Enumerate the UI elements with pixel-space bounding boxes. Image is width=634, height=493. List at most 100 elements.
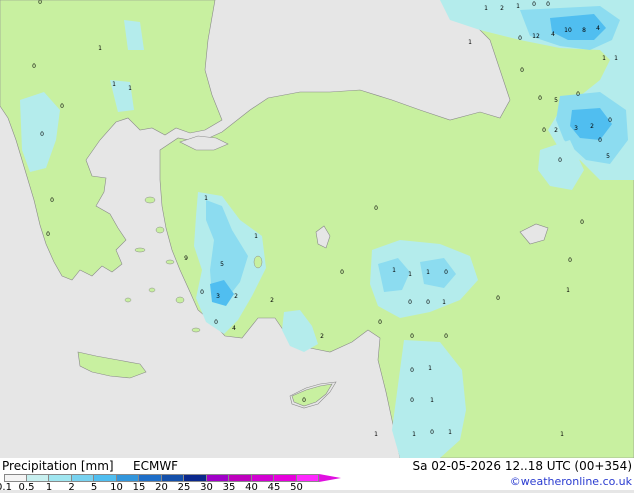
forecast-datetime: Sa 02-05-2026 12..18 UTC (00+354) — [412, 459, 632, 473]
map-footer: Precipitation [mm] ECMWF Sa 02-05-2026 1… — [0, 458, 634, 493]
precip-value-label: 0 — [496, 295, 500, 302]
precip-value-label: 0 — [200, 289, 204, 296]
precip-value-label: 1 — [392, 267, 396, 274]
legend-swatch — [296, 474, 319, 482]
precip-value-label: 5 — [220, 261, 224, 268]
precip-value-label: 2 — [234, 293, 238, 300]
legend-swatch — [161, 474, 184, 482]
precip-value-label: 0 — [532, 1, 536, 8]
precip-value-label: 0 — [568, 257, 572, 264]
precip-value-label: 1 — [560, 431, 564, 438]
legend-tick-label: 0.5 — [18, 482, 35, 493]
legend-swatch — [49, 474, 72, 482]
precip-value-label: 0 — [444, 269, 448, 276]
precip-value-label: 0 — [38, 0, 42, 6]
forecast-panel: 0 1 2 1 0 0 12 4 10 8 4 1 0 1 1 0 1 1 1 0 0 0 0 0 2 3 2 0 5 0 0 1 0 0 1 9 5 1… — [0, 0, 634, 493]
legend-swatch — [206, 474, 229, 482]
precip-value-label: 0 — [598, 137, 602, 144]
legend-tick-label: 15 — [132, 482, 146, 493]
precip-value-label: 0 — [608, 117, 612, 124]
precip-value-label: 0 — [410, 397, 414, 404]
precip-value-label: 0 — [558, 157, 562, 164]
precip-value-label: 0 — [340, 269, 344, 276]
precip-value-label: 0 — [518, 35, 522, 42]
precip-value-label: 12 — [532, 33, 540, 40]
precip-value-label: 0 — [520, 67, 524, 74]
precip-value-label: 1 — [448, 429, 452, 436]
precip-value-label: 5 — [606, 153, 610, 160]
precipitation-map: 01 2 1 0 012 410 8 4101 10111000002 3 20500100 1951… — [0, 0, 634, 458]
precip-value-label: 0 — [546, 1, 550, 8]
precip-value-label: 0 — [542, 127, 546, 134]
precip-value-label: 4 — [232, 325, 236, 332]
precip-value-label: 10 — [564, 27, 572, 34]
precip-value-label: 1 — [254, 233, 258, 240]
legend-swatch — [274, 474, 297, 482]
legend-tick-label: 40 — [245, 482, 258, 493]
precip-value-label: 1 — [566, 287, 570, 294]
precip-value-label: 2 — [500, 5, 504, 12]
legend-arrow — [319, 474, 341, 482]
legend-swatch — [4, 474, 27, 482]
legend-tick-label: 0.1 — [0, 482, 12, 493]
precip-value-label: 1 — [614, 55, 618, 62]
precip-value-label: 5 — [554, 97, 558, 104]
credit-link[interactable]: ©weatheronline.co.uk — [510, 475, 632, 488]
legend-tick-label: 45 — [267, 482, 281, 493]
legend-tick-label: 1 — [45, 482, 53, 493]
legend-swatch — [229, 474, 252, 482]
precip-value-label: 0 — [538, 95, 542, 102]
precip-value-label: 0 — [32, 63, 36, 70]
legend-swatch — [26, 474, 49, 482]
precip-value-label: 0 — [378, 319, 382, 326]
precip-value-label: 1 — [98, 45, 102, 52]
precip-value-label: 0 — [444, 333, 448, 340]
precip-value-label: 0 — [580, 219, 584, 226]
precip-value-label: 4 — [596, 25, 600, 32]
precip-value-label: 1 — [408, 271, 412, 278]
precip-value-label: 1 — [468, 39, 472, 46]
precip-value-label: 4 — [551, 31, 555, 38]
precip-value-label: 0 — [46, 231, 50, 238]
precip-value-label: 0 — [50, 197, 54, 204]
precip-value-label: 0 — [426, 299, 430, 306]
color-legend — [4, 474, 341, 482]
precip-value-label: 1 — [484, 5, 488, 12]
precip-value-label: 0 — [576, 91, 580, 98]
legend-swatch — [116, 474, 139, 482]
legend-tick-label: 5 — [90, 482, 98, 493]
precip-value-label: 1 — [602, 55, 606, 62]
legend-swatch — [251, 474, 274, 482]
precip-value-label: 1 — [374, 431, 378, 438]
legend-tick-label: 20 — [155, 482, 168, 493]
precip-value-label: 0 — [430, 429, 434, 436]
precip-value-label: 1 — [412, 431, 416, 438]
precip-value-label: 1 — [430, 397, 434, 404]
precip-value-label: 1 — [128, 85, 132, 92]
precip-value-label: 0 — [410, 333, 414, 340]
precip-value-label: 0 — [410, 367, 414, 374]
precip-value-label: 2 — [590, 123, 594, 130]
legend-tick-label: 30 — [200, 482, 213, 493]
legend-swatch — [139, 474, 162, 482]
precip-value-label: 1 — [428, 365, 432, 372]
precip-value-label: 1 — [204, 195, 208, 202]
map-title: Precipitation [mm] — [2, 459, 114, 473]
precip-value-label: 1 — [112, 81, 116, 88]
legend-tick-label: 2 — [68, 482, 75, 493]
legend-tick-label: 10 — [110, 482, 123, 493]
legend-tick-label: 35 — [222, 482, 236, 493]
model-name: ECMWF — [133, 459, 179, 473]
legend-swatch — [94, 474, 117, 482]
precip-value-label: 0 — [374, 205, 378, 212]
precip-value-label: 0 — [302, 397, 306, 404]
legend-tick-label: 50 — [290, 482, 303, 493]
precip-value-label: 2 — [554, 127, 558, 134]
precip-value-label: 2 — [320, 333, 324, 340]
precip-value-label: 1 — [516, 3, 520, 10]
precip-value-label: 9 — [184, 255, 188, 262]
precip-value-label: 3 — [216, 293, 220, 300]
legend-tick-label: 25 — [177, 482, 191, 493]
legend-swatch — [184, 474, 207, 482]
precip-value-label: 2 — [270, 297, 274, 304]
